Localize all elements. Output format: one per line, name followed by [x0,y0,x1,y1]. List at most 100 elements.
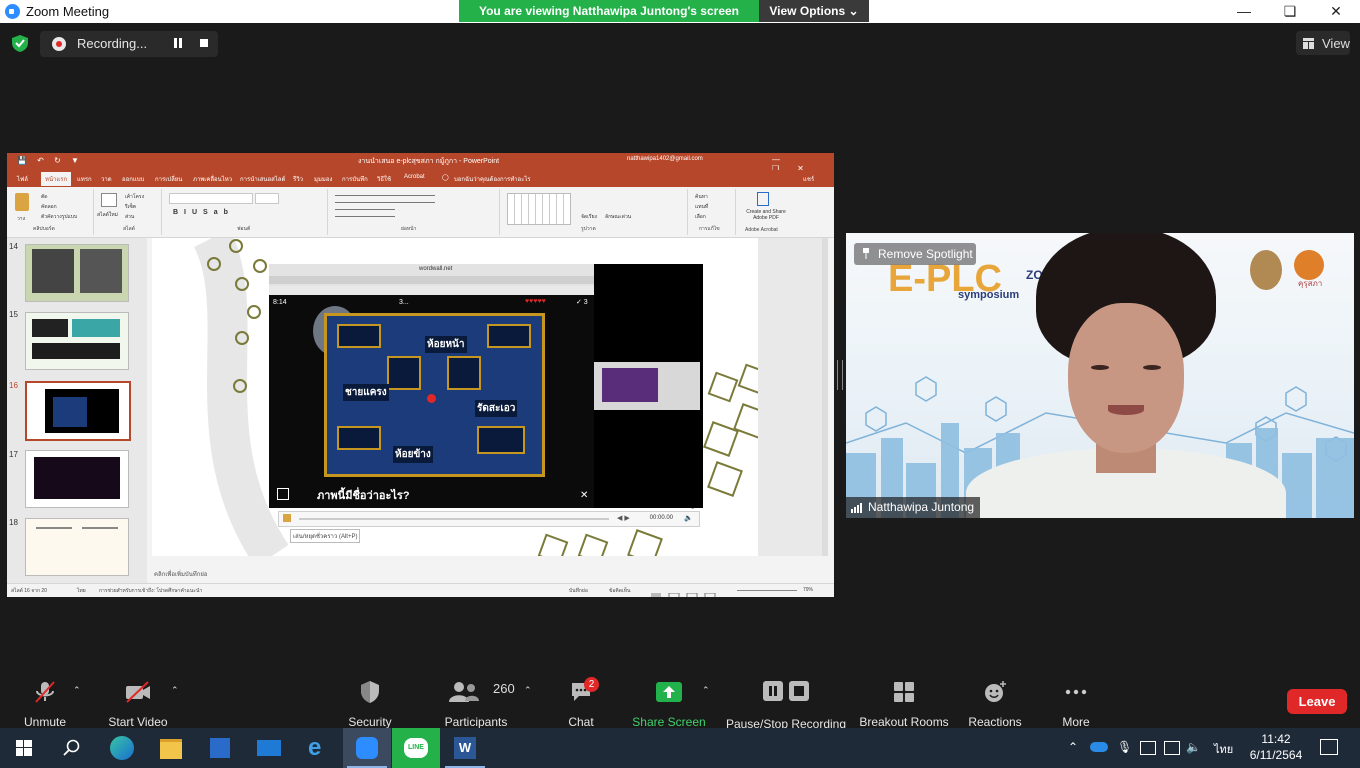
system-clock[interactable]: 11:42 6/11/2564 [1248,731,1304,763]
zoom-slider[interactable] [737,590,797,591]
input-language[interactable]: ไทย [1214,740,1233,758]
shared-screen[interactable]: 💾 ↶ ↻ ▼ งานนำเสนอ e-plcสุขสภา กมู้ภูกา -… [7,153,834,597]
select-button[interactable]: เลือก [695,213,706,221]
accessibility-status[interactable]: การช่วยสำหรับการเข้าถึง: โปรดศึกษาคำแนะน… [99,587,202,595]
line-taskbar-button[interactable]: LINE [392,728,440,768]
slide-thumbnail[interactable] [25,244,129,302]
onedrive-icon[interactable] [1090,742,1108,752]
more-button[interactable]: More [1051,680,1101,729]
view-options-button[interactable]: View Options ⌄ [759,0,869,22]
tab-transitions[interactable]: การเปลี่ยน [155,174,182,184]
tab-review[interactable]: รีวิว [293,174,303,184]
tab-file[interactable]: ไฟล์ [17,174,28,184]
security-tray-icon[interactable] [1140,741,1156,755]
store-taskbar-button[interactable] [196,728,244,768]
breakout-rooms-button[interactable]: Breakout Rooms [858,680,950,729]
share-ppt-button[interactable]: แชร์ [803,174,814,184]
tab-recording[interactable]: การบันทึก [342,174,368,184]
shapes-gallery[interactable] [507,193,571,225]
share-screen-button[interactable]: Share Screen [629,680,709,729]
remove-spotlight-button[interactable]: Remove Spotlight [854,243,976,265]
vertical-scrollbar[interactable] [822,238,828,556]
play-icon[interactable] [283,514,291,522]
create-share-pdf-button[interactable]: Create and Share Adobe PDF [739,209,793,221]
arrange-button[interactable]: จัดเรียง [581,213,597,221]
edge-taskbar-button[interactable] [98,728,146,768]
font-size-field[interactable] [255,193,279,204]
paste-label[interactable]: วาง [17,215,25,223]
notification-center-icon[interactable] [1320,739,1338,755]
encryption-shield-icon[interactable] [12,35,28,52]
volume-tray-icon[interactable]: 🔈 [1186,740,1201,754]
quick-access-toolbar[interactable]: 💾 ↶ ↻ ▼ [17,156,83,165]
video-options-caret-icon[interactable]: ⌃ [171,685,179,696]
format-painter-button[interactable]: ตัวคัดวางรูปแบบ [41,213,77,221]
media-player-bar[interactable]: ◀ ▶ 00:00.00 🔈 [278,511,700,527]
close-button[interactable]: ✕ [1313,0,1359,23]
chat-button[interactable]: Chat [556,680,606,729]
notes-pane[interactable]: คลิกเพื่อเพิ่มบันทึกย่อ [152,566,828,581]
zoom-percent[interactable]: 79% [803,587,813,593]
new-slide-label[interactable]: สไลด์ใหม่ [97,211,118,219]
tab-design[interactable]: ออกแบบ [122,174,144,184]
participant-video[interactable]: E-PLC symposium ZOO คุรุสภา Remove Spotl… [846,233,1354,518]
view-mode-icons[interactable] [651,587,721,597]
tab-help[interactable]: วิธีใช้ [377,174,391,184]
comments-toggle[interactable]: ข้อคิดเห็น [609,587,630,595]
tab-home[interactable]: หน้าแรก [41,172,72,186]
maximize-button[interactable]: ❏ [1267,0,1313,23]
mail-taskbar-button[interactable] [245,728,293,768]
tab-acrobat[interactable]: Acrobat [404,174,425,180]
unmute-button[interactable]: Unmute [15,680,75,729]
word-taskbar-button[interactable]: W [441,728,489,768]
tab-insert[interactable]: แทรก [77,174,92,184]
start-button[interactable] [0,728,48,768]
align-icon[interactable] [335,209,395,217]
cut-button[interactable]: ตัด [41,193,48,201]
file-explorer-taskbar-button[interactable] [147,728,195,768]
bullets-icon[interactable] [335,195,435,203]
copy-button[interactable]: คัดลอก [41,203,57,211]
reactions-button[interactable]: Reactions [965,680,1025,729]
embedded-game-image[interactable]: wordwall.net 8:14 3... ♥♥♥♥♥ ✓ 3 ห้อยหน้… [269,264,703,508]
slide-thumbnail[interactable] [25,312,129,370]
slide-thumbnail[interactable] [25,518,129,576]
pdf-icon[interactable] [757,192,769,206]
font-name-field[interactable] [169,193,253,204]
reset-button[interactable]: รีเซ็ต [125,203,136,211]
pause-stop-recording-button[interactable]: Pause/Stop Recording [723,680,849,731]
minimize-button[interactable]: — [1221,0,1267,23]
tab-view[interactable]: มุมมอง [314,174,332,184]
security-button[interactable]: Security [340,680,400,729]
participants-caret-icon[interactable]: ⌃ [524,685,532,696]
search-button[interactable] [48,728,96,768]
slide-thumbnail[interactable] [25,450,129,508]
font-format-buttons[interactable]: BIUSab [173,209,234,216]
show-hidden-icons-caret[interactable]: ⌃ [1068,740,1078,754]
ie-taskbar-button[interactable]: e [294,728,342,768]
view-button[interactable]: View [1296,31,1350,55]
new-slide-icon[interactable] [101,193,117,207]
microphone-tray-icon[interactable]: 🎙 [1117,740,1132,754]
paste-icon[interactable] [15,193,29,211]
media-progress[interactable] [299,518,609,520]
network-tray-icon[interactable] [1164,741,1180,755]
layout-button[interactable]: เค้าโครง [125,193,144,201]
start-video-button[interactable]: Start Video [103,680,173,729]
pause-recording-icon[interactable] [173,38,183,48]
slide-thumbnail-selected[interactable] [25,381,131,441]
share-options-caret-icon[interactable]: ⌃ [702,685,710,696]
leave-button[interactable]: Leave [1287,689,1347,714]
stop-recording-icon[interactable] [200,39,208,47]
audio-options-caret-icon[interactable]: ⌃ [73,685,81,696]
section-button[interactable]: ส่วน [125,213,134,221]
tab-slideshow[interactable]: การนำเสนอสไลด์ [240,174,285,184]
notes-toggle[interactable]: บันทึกย่อ [569,587,588,595]
zoom-taskbar-button[interactable] [343,728,391,768]
tab-draw[interactable]: วาด [101,174,112,184]
quick-styles-button[interactable]: ลักษณะด่วน [605,213,631,221]
replace-button[interactable]: แทนที่ [695,203,708,211]
media-nav-icons[interactable]: ◀ ▶ [617,514,630,522]
tab-animations[interactable]: ภาพเคลื่อนไหว [193,174,232,184]
find-button[interactable]: ค้นหา [695,193,708,201]
